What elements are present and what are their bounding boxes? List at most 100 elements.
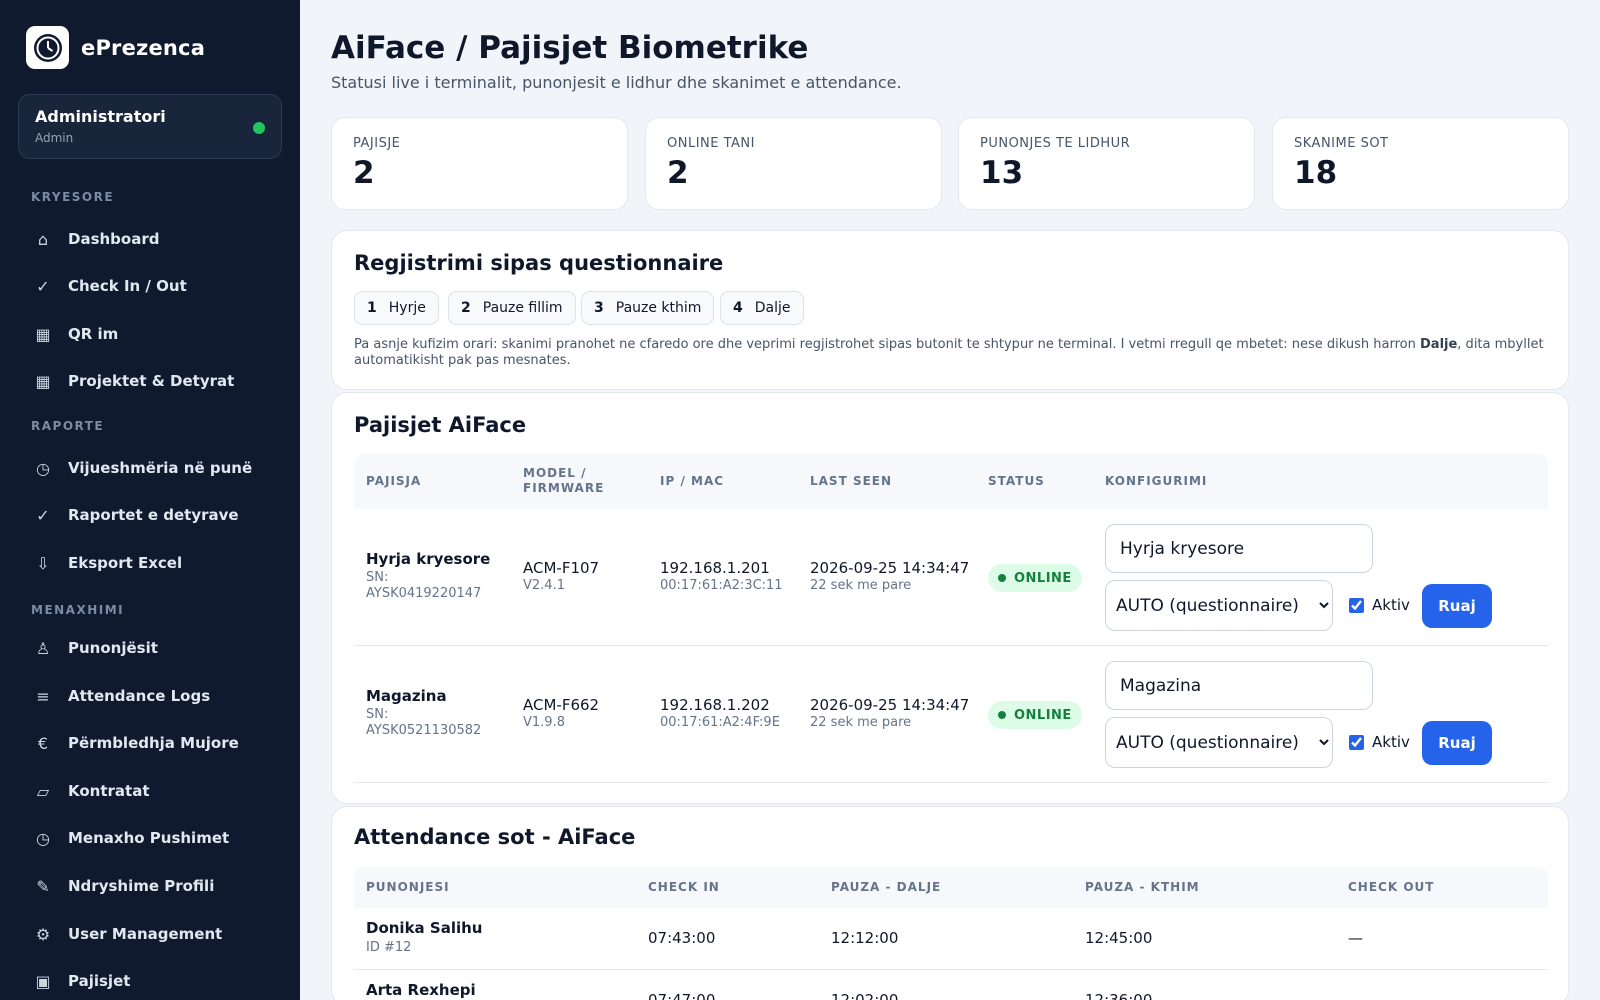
pause-in-time: 12:45:00 [1085, 929, 1153, 947]
status-dot [998, 574, 1006, 582]
clock-icon: ◷ [36, 828, 50, 848]
column-header: KONFIGURIMI [1105, 474, 1208, 488]
sidebar-item-task-reports[interactable]: ✓ Raportet e detyrave [14, 495, 286, 535]
pencil-icon: ✎ [36, 876, 50, 896]
column-header: STATUS [988, 474, 1045, 488]
sidebar-item-leaves[interactable]: ◷ Menaxho Pushimet [14, 818, 286, 858]
sidebar-item-monthly-summary[interactable]: € Përmbledhja Mujore [14, 723, 286, 763]
questionnaire-panel: Regjistrimi sipas questionnaire 1 Hyrje … [331, 230, 1569, 390]
ip-cell: 192.168.1.201 00:17:61:A2:3C:11 [660, 559, 783, 593]
sidebar-item-label: Eksport Excel [68, 554, 183, 572]
employee-cell: Arta Rexhepi [366, 981, 476, 999]
pause-out-time: 12:12:00 [831, 929, 899, 947]
device-name-input[interactable] [1105, 661, 1373, 710]
employee-name: Donika Salihu [366, 919, 483, 937]
sidebar-item-label: Raportet e detyrave [68, 506, 239, 524]
home-icon: ⌂ [37, 229, 49, 249]
column-header: PAJISJA [366, 474, 422, 488]
step-label: Hyrje [388, 300, 426, 316]
sidebar-item-label: Vijueshmëria në punë [68, 459, 253, 477]
device-mode-select[interactable]: AUTO (questionnaire) [1105, 580, 1333, 631]
device-serial: SN: AYSK0521130582 [366, 707, 482, 738]
active-checkbox[interactable]: Aktiv [1349, 596, 1410, 614]
device-icon: ▣ [35, 971, 51, 991]
device-mac: 00:17:61:A2:4F:9E [660, 715, 780, 730]
grid-icon: ▦ [35, 324, 51, 344]
stat-card-scans-today: SKANIME SOT 18 [1272, 117, 1569, 210]
check-icon: ✓ [36, 276, 50, 296]
table-row: Magazina SN: AYSK0521130582 ACM-F662 V1.… [354, 646, 1548, 783]
last-seen-time: 2026-09-25 14:34:47 [810, 559, 970, 577]
column-header: PAUZA - DALJE [831, 880, 942, 894]
sidebar-item-employees[interactable]: ♙ Punonjësit [14, 628, 286, 668]
save-button[interactable]: Ruaj [1422, 584, 1492, 628]
save-button[interactable]: Ruaj [1422, 721, 1492, 765]
sidebar-item-attendance-logs[interactable]: ≡ Attendance Logs [14, 676, 286, 716]
sidebar-item-dashboard[interactable]: ⌂ Dashboard [14, 219, 286, 259]
attendance-panel: Attendance sot - AiFace PUNONJESI CHECK … [331, 806, 1569, 1000]
sidebar-item-label: QR im [68, 325, 119, 343]
step-label: Pauze kthim [615, 300, 702, 316]
device-firmware: V1.9.8 [523, 715, 565, 730]
last-seen-ago: 22 sek me pare [810, 578, 912, 593]
sidebar-item-devices[interactable]: ▣ Pajisjet [14, 961, 286, 1000]
page-subtitle: Statusi live i terminalit, punonjesit e … [331, 73, 902, 92]
sidebar-item-qr[interactable]: ▦ QR im [14, 314, 286, 354]
brand[interactable]: ePrezenca [26, 26, 205, 69]
sidebar-item-check-in-out[interactable]: ✓ Check In / Out [14, 266, 286, 306]
column-header: MODEL / FIRMWARE [523, 466, 605, 495]
nav-section-main: KRYESORE [31, 190, 115, 204]
pause-out-time: 12:02:00 [831, 991, 899, 1000]
employee-name: Arta Rexhepi [366, 981, 476, 999]
stat-label: ONLINE TANI [667, 136, 755, 151]
model-cell: ACM-F107 V2.4.1 [523, 559, 599, 593]
device-mode-select[interactable]: AUTO (questionnaire) [1105, 717, 1333, 768]
sidebar-item-label: Ndryshime Profili [68, 877, 215, 895]
sidebar-item-contracts[interactable]: ▱ Kontratat [14, 771, 286, 811]
sidebar-item-label: Attendance Logs [68, 687, 211, 705]
device-model: ACM-F107 [523, 559, 600, 577]
nav-section-reports: RAPORTE [31, 419, 105, 433]
step-chip: 2 Pauze fillim [448, 291, 576, 325]
page-title: AiFace / Pajisjet Biometrike [331, 30, 809, 66]
step-number: 2 [461, 300, 471, 316]
stat-card-devices: PAJISJE 2 [331, 117, 628, 210]
sidebar-item-projects[interactable]: ▦ Projektet & Detyrat [14, 361, 286, 401]
user-name: Administratori [35, 107, 166, 126]
column-header: CHECK IN [648, 880, 720, 894]
sidebar-item-excel-export[interactable]: ⇩ Eksport Excel [14, 543, 286, 583]
last-seen-time: 2026-09-25 14:34:47 [810, 696, 970, 714]
status-dot [998, 711, 1006, 719]
download-icon: ⇩ [36, 553, 50, 573]
nav-section-management: MENAXHIMI [31, 603, 125, 617]
active-label: Aktiv [1372, 733, 1410, 751]
step-chip: 4 Dalje [720, 291, 804, 325]
table-row: Hyrja kryesore SN: AYSK0419220147 ACM-F1… [354, 509, 1548, 646]
active-checkbox-input[interactable] [1349, 597, 1364, 613]
sidebar-item-profile-changes[interactable]: ✎ Ndryshime Profili [14, 866, 286, 906]
check-icon: ✓ [36, 505, 50, 525]
device-cell: Magazina SN: AYSK0521130582 [366, 687, 496, 739]
online-status-dot [253, 122, 265, 134]
user-card[interactable]: Administratori Admin [18, 94, 282, 159]
device-name-input[interactable] [1105, 524, 1373, 573]
pause-in-time: 12:36:00 [1085, 991, 1153, 1000]
column-header: IP / MAC [660, 474, 725, 488]
device-name: Hyrja kryesore [366, 550, 491, 568]
user-role: Admin [35, 131, 74, 145]
employee-cell: Donika Salihu ID #12 [366, 919, 482, 955]
step-number: 3 [594, 300, 604, 316]
sidebar-item-user-management[interactable]: ⚙ User Management [14, 914, 286, 954]
person-icon: ♙ [35, 638, 51, 658]
sidebar-item-attendance-at-work[interactable]: ◷ Vijueshmëria në punë [14, 448, 286, 488]
active-checkbox[interactable]: Aktiv [1349, 733, 1410, 751]
stat-label: PAJISJE [353, 136, 401, 151]
stat-card-online: ONLINE TANI 2 [645, 117, 942, 210]
stat-card-employees-linked: PUNONJES TE LIDHUR 13 [958, 117, 1255, 210]
check-out-time: — [1348, 929, 1363, 947]
check-in-time: 07:47:00 [648, 991, 716, 1000]
panel-title: Regjistrimi sipas questionnaire [354, 251, 724, 275]
active-checkbox-input[interactable] [1349, 734, 1364, 750]
ip-cell: 192.168.1.202 00:17:61:A2:4F:9E [660, 696, 780, 730]
device-cell: Hyrja kryesore SN: AYSK0419220147 [366, 550, 496, 602]
